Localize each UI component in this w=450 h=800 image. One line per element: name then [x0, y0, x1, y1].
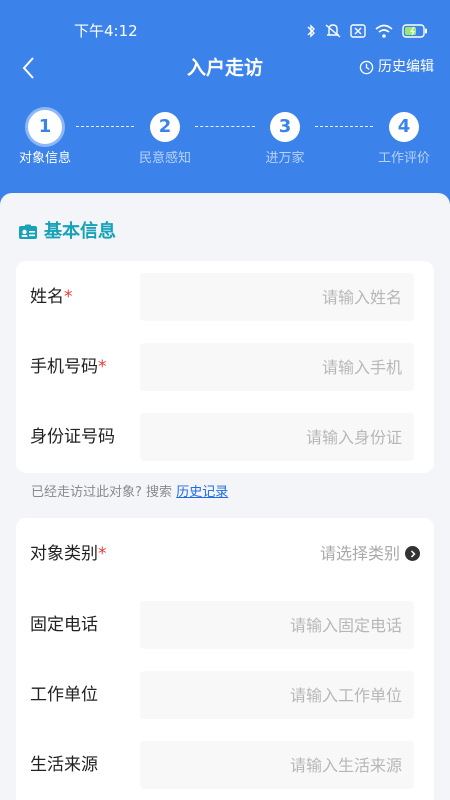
history-record-link[interactable]: 历史记录 — [176, 485, 228, 500]
clock-icon — [359, 60, 374, 74]
wifi-icon — [374, 23, 394, 39]
step-number: 3 — [270, 112, 300, 142]
history-hint: 已经走访过此对象? 搜索 历史记录 — [31, 483, 228, 503]
status-bar: 下午4:12 — [0, 0, 450, 44]
work-unit-label: 工作单位 — [30, 685, 98, 705]
category-select[interactable]: 请选择类别 — [320, 524, 400, 584]
history-edit-label: 历史编辑 — [378, 59, 434, 75]
header: 下午4:12 入户走访 历史编辑 1 对象信息 2 民意感知 3 进万家 4 工… — [0, 0, 450, 210]
landline-input[interactable] — [140, 601, 414, 649]
landline-label: 固定电话 — [30, 615, 98, 635]
mute-icon — [324, 23, 342, 39]
work-unit-input[interactable] — [140, 671, 414, 719]
progress-steps: 1 对象信息 2 民意感知 3 进万家 4 工作评价 — [0, 110, 450, 172]
phone-input[interactable] — [140, 343, 414, 391]
work-unit-row: 工作单位 — [16, 665, 434, 725]
chevron-left-icon — [22, 57, 34, 79]
sim-blocked-icon — [350, 24, 366, 38]
id-card-icon — [19, 224, 37, 239]
income-source-label: 生活来源 — [30, 755, 98, 775]
landline-row: 固定电话 — [16, 595, 434, 655]
phone-row: 手机号码* — [16, 337, 434, 397]
name-input[interactable] — [140, 273, 414, 321]
category-row[interactable]: 对象类别* 请选择类别 — [16, 524, 434, 584]
section-title-label: 基本信息 — [44, 221, 116, 242]
name-row: 姓名* — [16, 267, 434, 327]
nav-bar: 入户走访 历史编辑 — [0, 46, 450, 90]
income-source-row: 生活来源 — [16, 735, 434, 795]
phone-label: 手机号码* — [30, 357, 107, 377]
step-label: 工作评价 — [377, 151, 430, 166]
id-number-label: 身份证号码 — [30, 427, 115, 447]
step-2[interactable]: 2 民意感知 — [125, 112, 205, 168]
step-label: 民意感知 — [138, 151, 191, 166]
step-number: 2 — [150, 112, 180, 142]
category-label: 对象类别* — [30, 544, 107, 564]
id-number-input[interactable] — [140, 413, 414, 461]
step-3[interactable]: 3 进万家 — [245, 112, 325, 168]
required-mark: * — [98, 544, 107, 564]
name-label: 姓名* — [30, 287, 73, 307]
step-number: 4 — [389, 112, 419, 142]
step-label: 进万家 — [265, 151, 305, 166]
back-button[interactable] — [14, 54, 42, 82]
status-icons — [306, 22, 428, 40]
id-number-row: 身份证号码 — [16, 407, 434, 467]
battery-icon — [402, 24, 428, 38]
step-number: 1 — [28, 110, 62, 144]
required-mark: * — [64, 287, 73, 307]
income-source-input[interactable] — [140, 741, 414, 789]
status-time: 下午4:12 — [74, 22, 138, 40]
step-1[interactable]: 1 对象信息 — [5, 110, 85, 168]
basic-info-card: 姓名* 手机号码* 身份证号码 — [16, 261, 434, 473]
section-title-basic-info: 基本信息 — [18, 219, 116, 245]
form-content: 基本信息 姓名* 手机号码* 身份证号码 已经走访过此对象? 搜索 历史记录 对… — [0, 193, 450, 800]
step-label: 对象信息 — [18, 151, 71, 166]
bluetooth-icon — [306, 23, 316, 39]
required-mark: * — [98, 357, 107, 377]
step-4[interactable]: 4 工作评价 — [364, 112, 444, 168]
details-card: 对象类别* 请选择类别 固定电话 工作单位 生活来源 — [16, 518, 434, 800]
chevron-right-circle-icon[interactable] — [405, 546, 420, 561]
history-edit-button[interactable]: 历史编辑 — [359, 57, 434, 77]
hint-text: 已经走访过此对象? 搜索 — [31, 485, 173, 500]
